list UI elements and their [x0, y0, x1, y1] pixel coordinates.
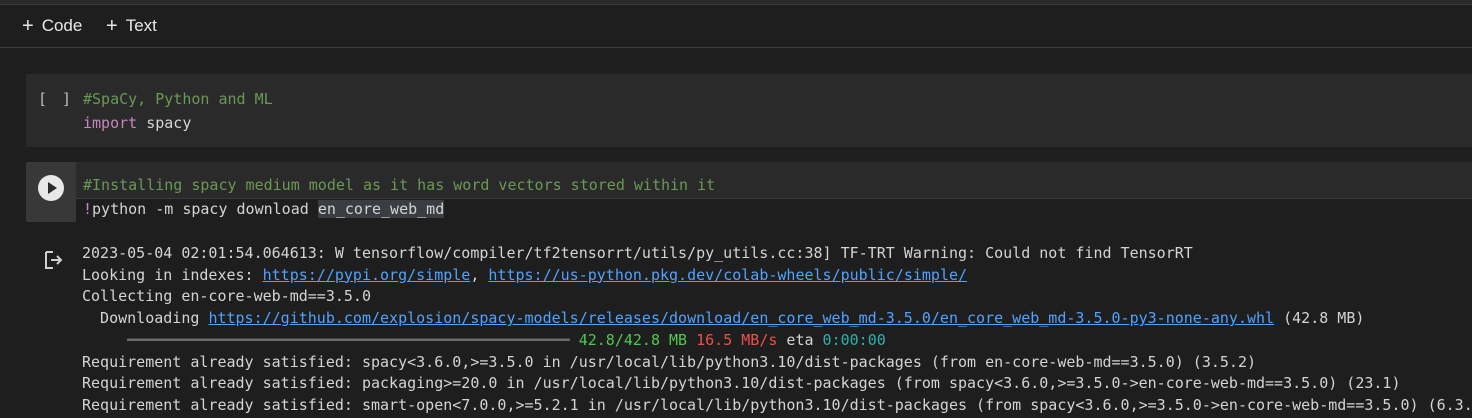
output-line-collecting: Collecting en-core-web-md==3.5.0 [82, 287, 371, 306]
code-text: spacy [137, 114, 192, 132]
plus-icon: + [22, 15, 34, 37]
code-cell-2[interactable]: #Installing spacy medium model as it has… [26, 162, 1472, 418]
progress-size: 42.8/42.8 MB [578, 330, 688, 349]
play-icon[interactable] [38, 175, 64, 201]
add-text-label: Text [125, 16, 157, 35]
code-keyword: import [83, 114, 138, 132]
output-line-requirement: Requirement already satisfied: spacy<3.6… [82, 352, 1256, 371]
code-lines: #Installing spacy medium model as it has… [83, 173, 715, 221]
download-size: (42.8 MB) [1274, 309, 1365, 328]
shell-bang: ! [83, 200, 93, 218]
code-cell-1[interactable]: [ ] #SpaCy, Python and ML import spacy [26, 74, 1472, 147]
index-link-colab-wheels[interactable]: https://us-python.pkg.dev/colab-wheels/p… [488, 266, 967, 284]
progress-speed: 16.5 MB/s [696, 330, 778, 349]
output-line-indexes: Looking in indexes: [82, 265, 263, 284]
add-code-cell-button[interactable]: + Code [22, 14, 82, 38]
code-editor-2[interactable]: #Installing spacy medium model as it has… [76, 162, 1472, 223]
output-line-requirement: Requirement already satisfied: smart-ope… [82, 395, 1472, 414]
execution-count[interactable]: [ ] [38, 90, 74, 108]
code-comment: #Installing spacy medium model as it has… [83, 176, 716, 194]
code-editor-1[interactable]: #SpaCy, Python and ML import spacy [83, 87, 273, 135]
eta-label: eta [777, 330, 823, 349]
output-line-requirement: Requirement already satisfied: packaging… [82, 374, 1401, 393]
output-line-downloading: Downloading [82, 309, 209, 328]
add-text-cell-button[interactable]: + Text [106, 14, 157, 38]
index-link-pypi[interactable]: https://pypi.org/simple [263, 266, 471, 284]
plus-icon: + [106, 15, 118, 37]
selected-word: en_core_web_md [317, 200, 445, 218]
add-code-label: Code [41, 16, 83, 35]
code-comment: #SpaCy, Python and ML [83, 90, 273, 108]
output-line-warning: 2023-05-04 02:01:54.064613: W tensorflow… [82, 244, 1193, 262]
separator: , [470, 265, 489, 284]
progress-eta: 0:00:00 [822, 330, 886, 349]
shell-command: python -m spacy download [92, 200, 318, 218]
notebook-toolbar: + Code + Text [0, 5, 1472, 48]
output-redirect-icon[interactable] [42, 249, 64, 271]
output-text: 2023-05-04 02:01:54.064613: W tensorflow… [82, 243, 1472, 417]
download-link[interactable]: https://github.com/explosion/spacy-model… [208, 309, 1274, 327]
cell-output: 2023-05-04 02:01:54.064613: W tensorflow… [26, 237, 1472, 418]
cell-gutter [26, 162, 76, 222]
progress-bar: ━━━━━━━━━━━━━━━━━━━━━━━━━━━━━━━━━━━━━━━━… [82, 330, 579, 349]
